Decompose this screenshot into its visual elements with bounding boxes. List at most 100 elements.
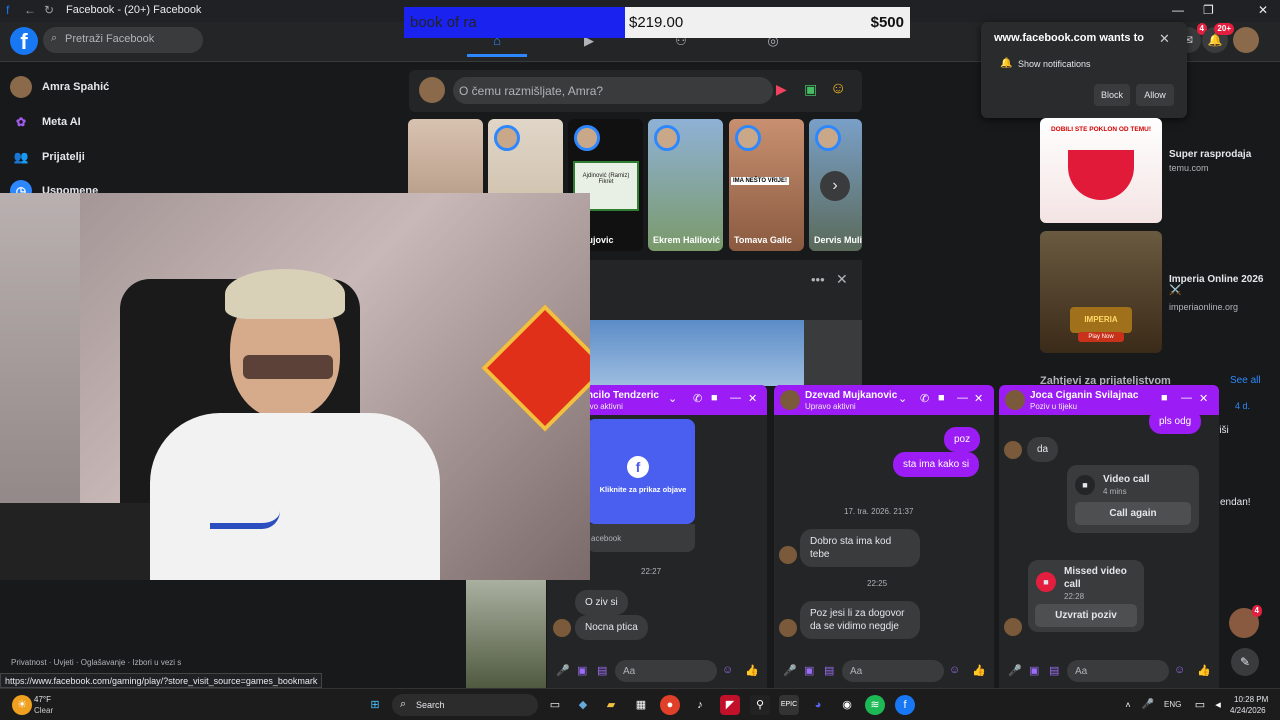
new-message-button[interactable]: ✎ <box>1231 648 1259 676</box>
chat-head-avatar[interactable]: 4 <box>1229 605 1262 638</box>
minimize-icon[interactable]: — <box>730 392 741 404</box>
sticker-icon[interactable]: ▤ <box>1049 664 1059 677</box>
weather-icon[interactable]: ☀ <box>12 695 32 715</box>
footer-links[interactable]: Privatnost · Uvjeti · Oglašavanje · Izbo… <box>11 658 181 667</box>
story-card[interactable]: IMA NEŠTO VRIJE! Tomava Galic <box>729 119 804 251</box>
sidebar-item-profile[interactable]: Amra Spahić <box>10 75 109 101</box>
facebook-logo[interactable]: f <box>10 27 38 55</box>
language-indicator[interactable]: ENG <box>1164 700 1181 709</box>
allow-button[interactable]: Allow <box>1136 84 1174 106</box>
close-icon[interactable]: ✕ <box>836 271 848 288</box>
network-icon[interactable]: ▭ <box>1190 695 1210 715</box>
sidebar-item-meta-ai[interactable]: ✿ Meta AI <box>10 110 81 136</box>
minimize-icon[interactable]: — <box>957 392 968 404</box>
microphone-icon[interactable]: 🎤 <box>1008 664 1022 677</box>
phone-icon[interactable]: ✆ <box>693 392 702 405</box>
app-icon[interactable]: ◉ <box>837 695 857 715</box>
call-back-button[interactable]: Uzvrati poziv <box>1035 604 1137 627</box>
message-bubble: Poz jesi li za dogovor da se vidimo negd… <box>800 601 920 639</box>
emoji-icon[interactable]: ☺ <box>949 664 960 676</box>
close-icon[interactable]: ✕ <box>1159 31 1170 47</box>
volume-icon[interactable]: ◂ <box>1208 695 1228 715</box>
chat-input-bar: 🎤 ▣ ▤ Aa ☺ 👍 <box>999 654 1219 688</box>
chevron-up-icon[interactable]: ˄ <box>1118 695 1138 715</box>
chevron-down-icon[interactable]: ⌄ <box>668 392 677 405</box>
photo-icon[interactable]: ▣ <box>1029 664 1039 677</box>
photo-icon[interactable]: ▣ <box>804 664 814 677</box>
ad-title[interactable]: Imperia Online 2026 ⚔️ <box>1169 274 1269 296</box>
chrome-icon[interactable]: ● <box>660 695 680 715</box>
sticker-icon[interactable]: ▤ <box>597 664 607 677</box>
restore-icon[interactable]: ❐ <box>1203 3 1214 17</box>
more-options-icon[interactable]: ••• <box>811 272 825 287</box>
ad-title[interactable]: Super rasprodaja <box>1169 149 1269 160</box>
message-input[interactable]: Aa <box>1067 660 1169 682</box>
store-icon[interactable]: ▦ <box>631 695 651 715</box>
windows-start-icon[interactable]: ⊞ <box>365 695 385 715</box>
microphone-icon[interactable]: 🎤 <box>783 664 797 677</box>
avatar <box>780 390 800 410</box>
close-icon[interactable]: ✕ <box>974 392 983 405</box>
ad-image-imperia[interactable]: IMPERIA Play Now <box>1040 231 1162 353</box>
search-icon: ⌕ <box>400 698 407 710</box>
microphone-icon[interactable]: 🎤 <box>556 664 570 677</box>
video-call-icon[interactable]: ■ <box>711 392 718 404</box>
composer-input[interactable]: O čemu razmišljate, Amra? <box>453 77 773 104</box>
minimize-icon[interactable]: — <box>1172 3 1184 17</box>
ad-image-temu[interactable]: DOBILI STE POKLON OD TEMU! <box>1040 118 1162 223</box>
close-icon[interactable]: ✕ <box>748 392 757 405</box>
message-input[interactable]: Aa <box>615 660 717 682</box>
discord-icon[interactable]: ◕ <box>808 695 828 715</box>
message-input[interactable]: Aa <box>842 660 944 682</box>
like-icon[interactable]: 👍 <box>1197 664 1211 677</box>
minimize-icon[interactable]: — <box>1181 392 1192 404</box>
story-card[interactable]: Ekrem Halilović <box>648 119 723 251</box>
live-video-icon[interactable]: ▶ <box>776 81 787 98</box>
spotify-icon[interactable]: ≋ <box>865 695 885 715</box>
profile-avatar-button[interactable] <box>1233 27 1259 53</box>
phone-icon[interactable]: ✆ <box>920 392 929 405</box>
avatar <box>779 546 797 564</box>
sidebar-item-friends[interactable]: 👥 Prijatelji <box>10 145 85 171</box>
see-all-link[interactable]: See all <box>1230 375 1261 386</box>
file-explorer-icon[interactable]: ▰ <box>601 695 621 715</box>
epic-games-icon[interactable]: EPIC <box>779 695 799 715</box>
block-button[interactable]: Block <box>1094 84 1130 106</box>
search-input[interactable]: ⌕ Pretraži Facebook <box>43 27 203 53</box>
taskbar-search[interactable]: ⌕ Search <box>392 694 538 716</box>
tiktok-icon[interactable]: ♪ <box>690 695 710 715</box>
photo-icon[interactable]: ▣ <box>804 81 817 98</box>
task-view-icon[interactable]: ▭ <box>545 695 565 715</box>
close-icon[interactable]: ✕ <box>1199 392 1208 405</box>
emoji-icon[interactable]: ☺ <box>722 664 733 676</box>
shared-post-card[interactable]: f Kliknite za prikaz objave <box>587 419 695 524</box>
copilot-icon[interactable]: ◆ <box>573 695 593 715</box>
chevron-down-icon[interactable]: ⌄ <box>898 392 907 405</box>
sticker-icon[interactable]: ▤ <box>824 664 834 677</box>
timestamp: 17. tra. 2026. 21:37 <box>844 507 914 516</box>
reload-icon[interactable]: ↻ <box>44 3 54 17</box>
close-icon[interactable]: ✕ <box>1258 3 1268 17</box>
photo-icon[interactable]: ▣ <box>577 664 587 677</box>
play-now-button[interactable]: Play Now <box>1078 332 1124 342</box>
message-bubble: sta ima kako si <box>893 452 980 477</box>
microphone-icon[interactable]: 🎤 <box>1138 695 1158 715</box>
avatar <box>553 619 571 637</box>
like-icon[interactable]: 👍 <box>745 664 759 677</box>
chat-header[interactable]: Dzevad Mujkanovic Upravo aktivni ⌄ ✆ ■ —… <box>774 385 994 415</box>
stories-next-button[interactable]: › <box>820 171 850 201</box>
call-again-button[interactable]: Call again <box>1075 502 1191 525</box>
facebook-icon[interactable]: f <box>895 695 915 715</box>
app-icon[interactable]: ⚲ <box>750 695 770 715</box>
emoji-icon[interactable]: ☺ <box>1174 664 1185 676</box>
card-text: Kliknite za prikaz objave <box>599 485 687 494</box>
video-call-icon[interactable]: ■ <box>938 392 945 404</box>
request-age: 4 d. <box>1235 401 1251 411</box>
video-call-icon[interactable]: ■ <box>1161 392 1168 404</box>
app-icon[interactable]: ◤ <box>720 695 740 715</box>
notifications-button[interactable]: 🔔 20+ <box>1202 23 1234 53</box>
back-icon[interactable]: ← <box>24 3 36 17</box>
feeling-icon[interactable]: ☺ <box>830 80 846 98</box>
like-icon[interactable]: 👍 <box>972 664 986 677</box>
ad-url: imperiaonline.org <box>1169 302 1239 312</box>
